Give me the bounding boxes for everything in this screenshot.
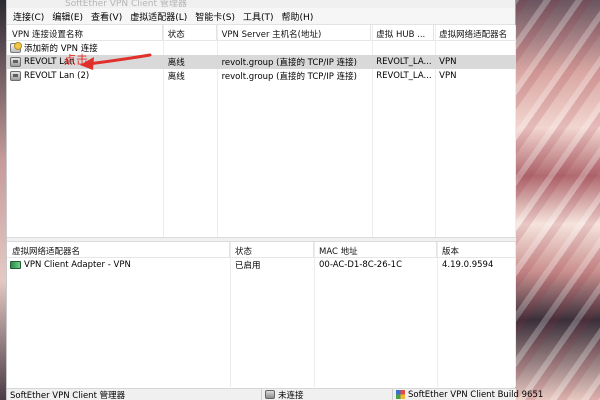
desktop-wallpaper-right [512, 0, 600, 400]
menu-virtual-adapter[interactable]: 虚拟适配器(L) [128, 10, 193, 23]
click-annotation-label: 点击 [64, 53, 89, 67]
header-server[interactable]: VPN Server 主机名(地址) [217, 25, 372, 40]
computer-icon [10, 71, 21, 81]
connection-status: 离线 [167, 58, 185, 68]
menu-edit[interactable]: 编辑(E) [50, 10, 89, 23]
menu-tools[interactable]: 工具(T) [241, 10, 280, 23]
adapter-status: 已启用 [235, 261, 261, 271]
computer-icon [10, 57, 21, 67]
connection-server: revolt.group (直接的 TCP/IP 连接) [221, 58, 357, 68]
adapter-row[interactable]: VPN Client Adapter - VPN 已启用 00-AC-D1-8C… [7, 258, 516, 272]
connection-name: REVOLT Lan (2) [24, 71, 90, 81]
menu-connect[interactable]: 连接(C) [11, 10, 50, 23]
menu-view[interactable]: 查看(V) [89, 10, 128, 23]
header-adapter-status[interactable]: 状态 [230, 242, 314, 257]
adapter-name: VPN Client Adapter - VPN [24, 260, 131, 270]
status-build: SoftEther VPN Client Build 9651 [408, 389, 544, 400]
connection-server: revolt.group (直接的 TCP/IP 连接) [221, 72, 357, 82]
connection-status: 离线 [167, 72, 185, 82]
header-status[interactable]: 状态 [163, 25, 217, 40]
title-bar[interactable]: SoftEther VPN Client 管理器 [7, 0, 515, 8]
connection-row-revolt-lan-2[interactable]: REVOLT Lan (2) 离线 revolt.group (直接的 TCP/… [7, 69, 516, 83]
status-connection: 未连接 [278, 390, 304, 400]
menu-smart-card[interactable]: 智能卡(S) [193, 10, 241, 23]
header-version[interactable]: 版本 [437, 242, 516, 257]
connection-adapter: VPN [439, 71, 457, 81]
adapter-mac: 00-AC-D1-8C-26-1C [319, 260, 403, 270]
header-connection-name[interactable]: VPN 连接设置名称 [7, 25, 163, 40]
adapter-version: 4.19.0.9594 [442, 260, 494, 270]
menu-help[interactable]: 帮助(H) [280, 10, 320, 23]
adapter-list-header: 虚拟网络适配器名 状态 MAC 地址 版本 [7, 242, 516, 258]
softether-logo-icon [396, 390, 405, 399]
network-adapter-icon [10, 261, 21, 269]
network-status-icon [265, 390, 275, 399]
connection-hub: REVOLT_LA... [376, 71, 432, 81]
header-virtual-hub[interactable]: 虚拟 HUB ... [371, 25, 435, 40]
connection-adapter: VPN [439, 57, 457, 67]
status-bar: SoftEther VPN Client 管理器 未连接 SoftEther V… [7, 388, 543, 400]
adapter-list: 虚拟网络适配器名 状态 MAC 地址 版本 VPN Client Adapter… [7, 242, 516, 387]
connection-hub: REVOLT_LA... [376, 57, 432, 67]
header-adapter-name[interactable]: 虚拟网络适配器名 [434, 25, 516, 40]
menu-bar: 连接(C) 编辑(E) 查看(V) 虚拟适配器(L) 智能卡(S) 工具(T) … [7, 8, 515, 25]
add-connection-icon [10, 42, 22, 53]
connection-list-header: VPN 连接设置名称 状态 VPN Server 主机名(地址) 虚拟 HUB … [7, 25, 516, 41]
header-adapter-name[interactable]: 虚拟网络适配器名 [7, 242, 230, 257]
status-app-name: SoftEther VPN Client 管理器 [10, 390, 126, 400]
window-title: SoftEther VPN Client 管理器 [65, 0, 187, 8]
header-mac-address[interactable]: MAC 地址 [314, 242, 437, 257]
